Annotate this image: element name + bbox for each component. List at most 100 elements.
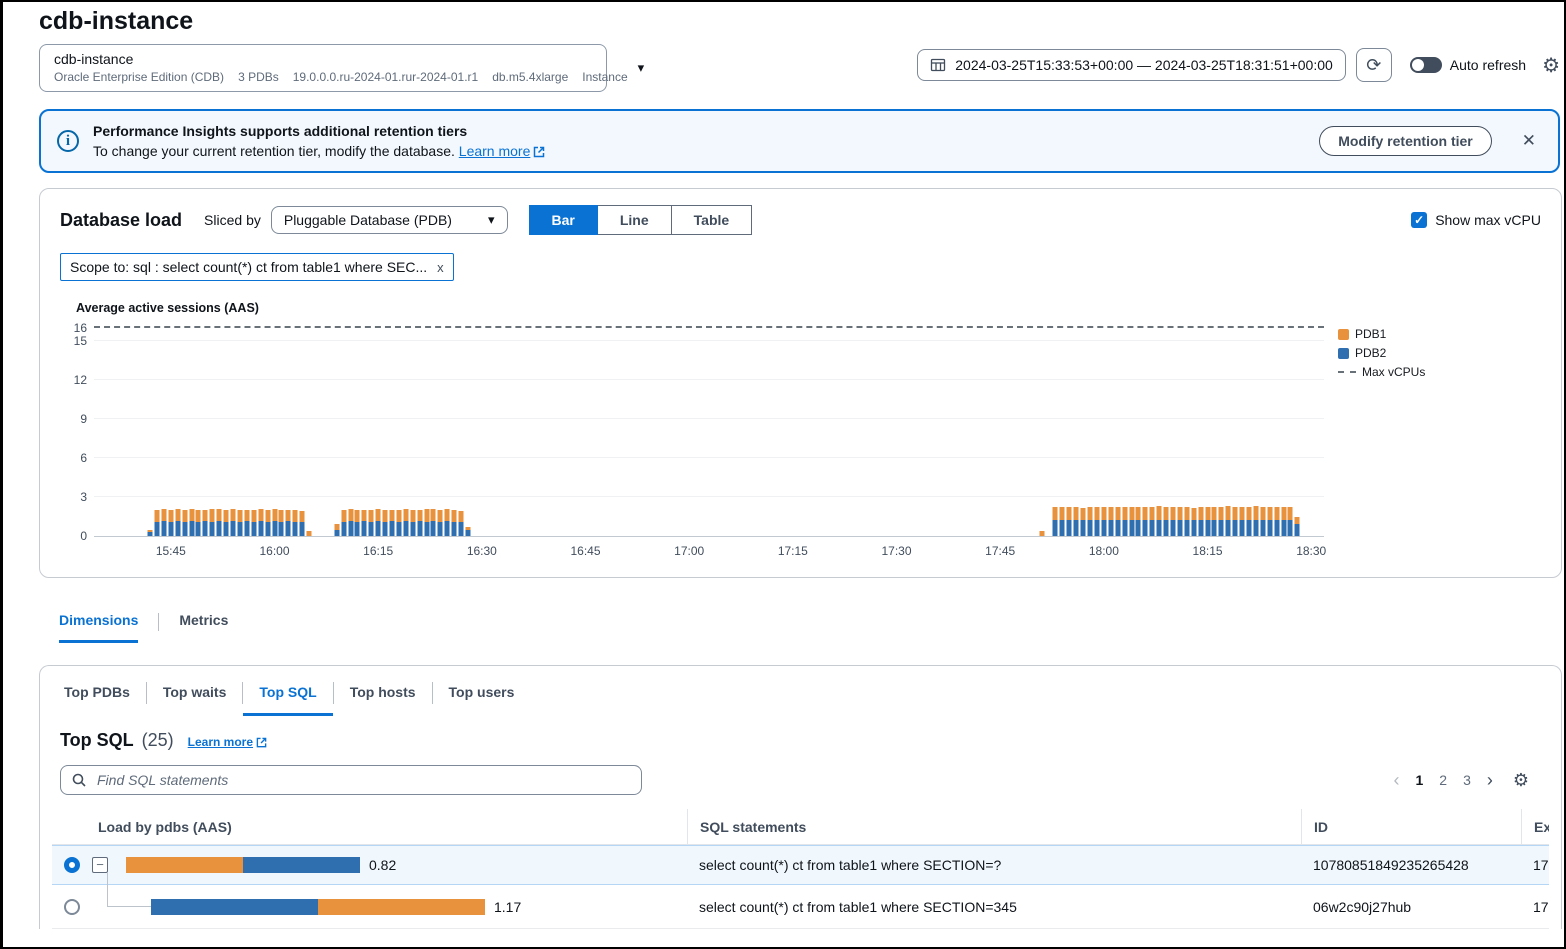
sql-statement-link[interactable]: select count(*) ct from table1 where SEC… <box>699 899 1017 915</box>
instance-class: db.m5.4xlarge <box>492 70 568 84</box>
slice-dropdown[interactable]: Pluggable Database (PDB) ▾ <box>271 206 508 234</box>
subtab-top-hosts[interactable]: Top hosts <box>334 672 432 716</box>
table-settings-gear-icon[interactable]: ⚙ <box>1513 770 1529 791</box>
subtab-top-users[interactable]: Top users <box>433 672 531 716</box>
collapse-minus-icon[interactable]: − <box>92 857 108 873</box>
table-row[interactable]: − 0.82 select count(*) ct from table1 wh… <box>52 845 1549 885</box>
chevron-left-icon[interactable]: ‹ <box>1393 773 1399 787</box>
banner-description: To change your current retention tier, m… <box>93 143 1305 159</box>
subtab-top-pdbs[interactable]: Top PDBs <box>48 672 146 716</box>
view-table-button[interactable]: Table <box>671 205 753 235</box>
auto-refresh-label: Auto refresh <box>1450 57 1526 73</box>
sql-statement-link[interactable]: select count(*) ct from table1 where SEC… <box>699 857 1001 873</box>
chart-title: Average active sessions (AAS) <box>76 301 1541 315</box>
sliced-by-label: Sliced by <box>204 212 261 228</box>
time-range-value: 2024-03-25T15:33:53+00:00 — 2024-03-25T1… <box>955 57 1333 73</box>
slice-dropdown-value: Pluggable Database (PDB) <box>284 212 452 228</box>
top-sql-panel: Top SQL (25) Learn more ‹ 1 2 3 › ⚙ <box>40 716 1561 929</box>
subtab-top-sql[interactable]: Top SQL <box>243 672 332 716</box>
instance-engine: Oracle Enterprise Edition (CDB) <box>54 70 224 84</box>
page-3[interactable]: 3 <box>1463 772 1471 788</box>
database-load-card: Database load Sliced by Pluggable Databa… <box>39 188 1562 578</box>
chart-y-axis: 1615129630 <box>60 325 94 537</box>
legend-item-pdb1[interactable]: PDB1 <box>1338 327 1425 341</box>
scope-filter-chip[interactable]: Scope to: sql : select count(*) ct from … <box>60 253 454 281</box>
instance-type: Instance <box>582 70 627 84</box>
top-sql-count: (25) <box>142 730 174 751</box>
instance-selector[interactable]: cdb-instance Oracle Enterprise Edition (… <box>39 44 607 92</box>
instance-name: cdb-instance <box>54 51 628 67</box>
sql-id: 10780851849235265428 <box>1301 857 1521 873</box>
scope-filter-text: Scope to: sql : select count(*) ct from … <box>70 259 427 275</box>
search-icon <box>71 772 87 788</box>
banner-title: Performance Insights supports additional… <box>93 123 1305 139</box>
row-radio-selected[interactable] <box>64 857 80 873</box>
chart-plot[interactable] <box>94 325 1324 537</box>
executions-value: 17.84 <box>1521 857 1549 873</box>
column-header-executions[interactable]: Executions <box>1521 809 1549 844</box>
sql-search-box <box>60 765 642 795</box>
show-max-vcpu-label: Show max vCPU <box>1435 212 1541 228</box>
chevron-right-icon[interactable]: › <box>1487 773 1493 787</box>
load-value: 0.82 <box>369 857 396 873</box>
row-radio[interactable] <box>64 899 80 915</box>
tree-connector <box>107 872 151 907</box>
header: cdb-instance Oracle Enterprise Edition (… <box>39 44 1560 92</box>
auto-refresh-control: Auto refresh <box>1410 57 1526 73</box>
chart-x-axis: 15:4516:0016:1516:3016:4517:0017:1517:30… <box>94 537 1324 559</box>
external-link-icon <box>533 146 545 158</box>
pdb2-swatch <box>1338 348 1349 359</box>
close-icon[interactable]: ✕ <box>1522 131 1536 151</box>
show-max-vcpu-checkbox[interactable]: ✓ <box>1411 212 1427 228</box>
load-value: 1.17 <box>494 899 521 915</box>
time-range-picker[interactable]: 2024-03-25T15:33:53+00:00 — 2024-03-25T1… <box>917 49 1346 81</box>
tab-metrics[interactable]: Metrics <box>179 608 228 643</box>
dimension-subtabs: Top PDBs Top waits Top SQL Top hosts Top… <box>40 666 1561 716</box>
pdb1-swatch <box>1338 329 1349 340</box>
top-sql-title: Top SQL <box>60 730 134 751</box>
column-header-sql[interactable]: SQL statements <box>687 809 1301 844</box>
show-max-vcpu-control: ✓ Show max vCPU <box>1411 212 1541 228</box>
page-1[interactable]: 1 <box>1415 772 1423 788</box>
view-bar-button[interactable]: Bar <box>529 205 598 235</box>
load-bar <box>151 899 485 915</box>
page-title: cdb-instance <box>39 6 1564 36</box>
auto-refresh-toggle[interactable] <box>1410 57 1442 73</box>
main-tabs: Dimensions Metrics <box>59 608 1564 643</box>
database-load-header: Database load Sliced by Pluggable Databa… <box>60 205 1541 235</box>
instance-version: 19.0.0.0.ru-2024-01.rur-2024-01.r1 <box>293 70 478 84</box>
executions-value: 17.42 <box>1521 899 1549 915</box>
header-controls: 2024-03-25T15:33:53+00:00 — 2024-03-25T1… <box>917 48 1560 82</box>
calendar-grid-icon <box>930 57 946 73</box>
refresh-button[interactable]: ⟳ <box>1356 48 1392 82</box>
app-window: cdb-instance cdb-instance Oracle Enterpr… <box>0 0 1566 949</box>
instance-details: Oracle Enterprise Edition (CDB) 3 PDBs 1… <box>54 70 628 84</box>
modify-retention-tier-button[interactable]: Modify retention tier <box>1319 126 1492 156</box>
dimensions-card: Top PDBs Top waits Top SQL Top hosts Top… <box>39 665 1562 929</box>
external-link-icon <box>256 737 267 748</box>
tab-dimensions[interactable]: Dimensions <box>59 608 138 643</box>
top-sql-table: Load by pdbs (AAS) SQL statements ID Exe… <box>52 809 1549 929</box>
database-load-title: Database load <box>60 210 182 231</box>
info-icon: i <box>57 130 79 152</box>
dashed-line-swatch <box>1338 371 1356 373</box>
subtab-top-waits[interactable]: Top waits <box>147 672 243 716</box>
load-bar <box>126 857 360 873</box>
column-header-load[interactable]: Load by pdbs (AAS) <box>52 819 687 835</box>
banner-learn-more-link[interactable]: Learn more <box>459 143 546 159</box>
table-row[interactable]: 1.17 select count(*) ct from table1 wher… <box>52 885 1549 929</box>
legend-item-pdb2[interactable]: PDB2 <box>1338 346 1425 360</box>
top-sql-learn-more-link[interactable]: Learn more <box>188 735 267 749</box>
close-icon[interactable]: x <box>437 260 444 275</box>
legend-item-max-vcpus[interactable]: Max vCPUs <box>1338 365 1425 379</box>
database-load-chart: 1615129630 PDB1 PDB2 Max vCPUs <box>60 325 1541 537</box>
pagination: ‹ 1 2 3 › ⚙ <box>1393 770 1529 791</box>
view-line-button[interactable]: Line <box>597 205 672 235</box>
info-banner: i Performance Insights supports addition… <box>39 109 1560 173</box>
sql-id: 06w2c90j27hub <box>1301 899 1521 915</box>
settings-gear-icon[interactable]: ⚙ <box>1542 53 1560 78</box>
table-header-row: Load by pdbs (AAS) SQL statements ID Exe… <box>52 809 1549 845</box>
page-2[interactable]: 2 <box>1439 772 1447 788</box>
search-input[interactable] <box>95 771 631 789</box>
column-header-id[interactable]: ID <box>1301 809 1521 844</box>
